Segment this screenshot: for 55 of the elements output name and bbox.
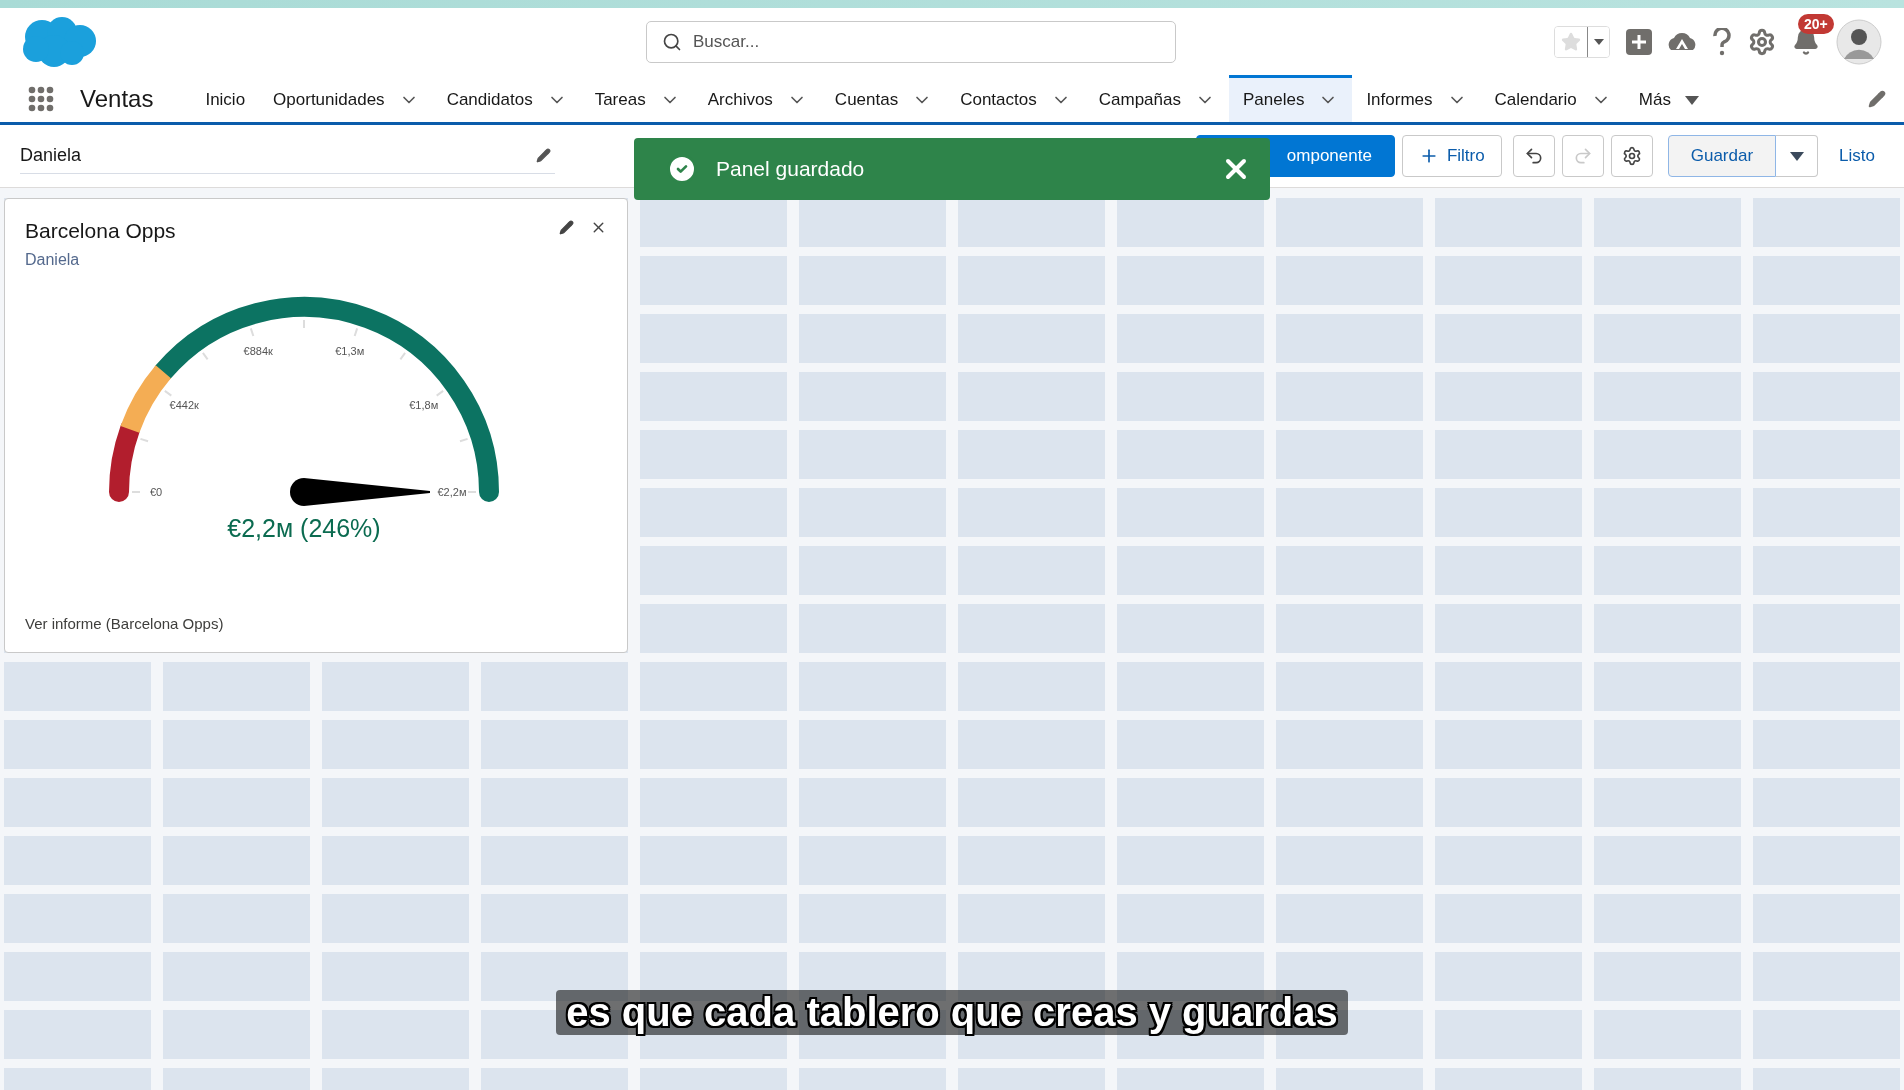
app-name: Ventas xyxy=(80,84,154,113)
help-icon xyxy=(1712,27,1732,56)
caret-icon xyxy=(1593,38,1604,45)
search-icon xyxy=(662,31,682,52)
dashboard-name-field[interactable]: Daniela xyxy=(20,138,555,174)
notification-badge: 20+ xyxy=(1798,13,1834,34)
pencil-icon xyxy=(559,220,574,235)
grid-dots-icon xyxy=(28,85,54,112)
settings-icon xyxy=(1748,27,1776,56)
add-button[interactable] xyxy=(1626,28,1652,55)
avatar-icon xyxy=(1836,18,1882,65)
help-button[interactable] xyxy=(1712,27,1732,56)
gauge-tick-label: €1,3м xyxy=(335,345,365,358)
pencil-icon xyxy=(536,148,551,163)
toast-message: Panel guardado xyxy=(716,157,866,181)
edit-button[interactable] xyxy=(559,219,574,236)
gauge-tick-label: €2,2м xyxy=(437,486,467,498)
gauge-tick-label: €442к xyxy=(169,399,199,411)
gauge-tick-label: €0 xyxy=(149,486,163,498)
pencil-icon xyxy=(1868,89,1886,108)
settings-icon xyxy=(1621,146,1642,166)
nav-tab[interactable]: Tareas xyxy=(580,75,694,122)
save-menu-button[interactable] xyxy=(1776,135,1819,177)
settings-button[interactable] xyxy=(1610,135,1653,177)
favorites-menu-button[interactable] xyxy=(1587,26,1609,57)
nav-tab[interactable]: Inicio xyxy=(191,75,260,122)
nav-tab[interactable]: Informes xyxy=(1352,75,1481,122)
nav-tab[interactable]: Calendario xyxy=(1480,75,1625,122)
star-icon xyxy=(1561,31,1581,52)
nav-tab[interactable]: Más xyxy=(1624,75,1713,122)
save-button[interactable]: Guardar xyxy=(1667,135,1777,177)
gauge-tick-label: €884к xyxy=(243,345,273,358)
filter-button[interactable]: Filtro xyxy=(1401,135,1502,177)
caret-icon xyxy=(1789,151,1804,161)
gauge-tick-label: €1,8м xyxy=(409,399,439,411)
search-field[interactable]: Buscar... xyxy=(646,20,1176,63)
nav-tab[interactable]: Campañas xyxy=(1084,75,1229,122)
nav-tab[interactable]: Contactos xyxy=(946,75,1085,122)
video-caption: es que cada tablero que creas y guardas xyxy=(556,990,1348,1035)
undo-button[interactable] xyxy=(1512,135,1555,177)
nav-tab[interactable]: Archivos xyxy=(693,75,821,122)
card-subtitle: Daniela xyxy=(25,251,81,269)
card-title: Barcelona Opps xyxy=(25,219,176,243)
done-link[interactable]: Listo xyxy=(1839,146,1875,166)
undo-icon xyxy=(1523,146,1544,166)
plus-icon xyxy=(1626,28,1652,55)
nav-tab[interactable]: Paneles xyxy=(1228,75,1353,122)
caret-icon xyxy=(1684,95,1699,105)
settings-button[interactable] xyxy=(1748,27,1776,56)
nav-tab[interactable]: Cuentas xyxy=(820,75,947,122)
profile-button[interactable] xyxy=(1836,18,1882,65)
nav-tab[interactable]: Candidatos xyxy=(432,75,581,122)
report-link[interactable]: Ver informe (Barcelona Opps) xyxy=(25,615,224,632)
gauge-value: €2,2м (246%) xyxy=(227,514,381,542)
nav-tab[interactable]: Oportunidades xyxy=(259,75,433,122)
